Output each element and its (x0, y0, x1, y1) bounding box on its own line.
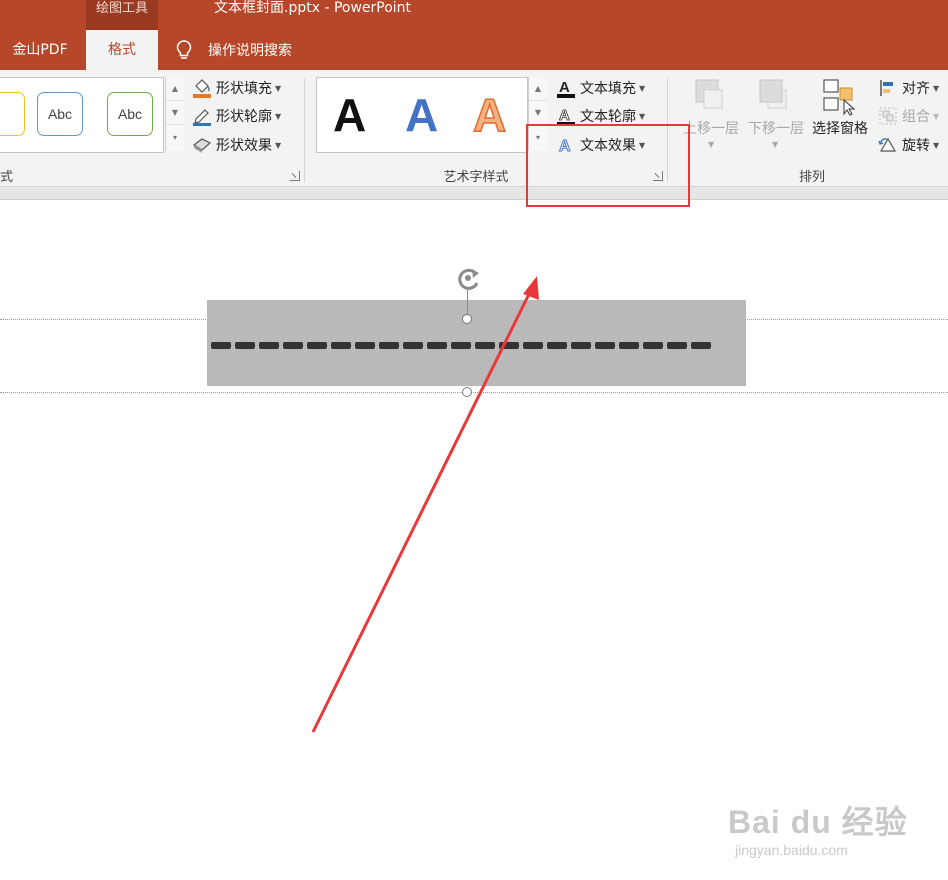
watermark-brand: Bai du 经验 (728, 804, 908, 840)
watermark-url: jingyan.baidu.com (735, 842, 848, 858)
annotation-arrow (311, 276, 539, 733)
